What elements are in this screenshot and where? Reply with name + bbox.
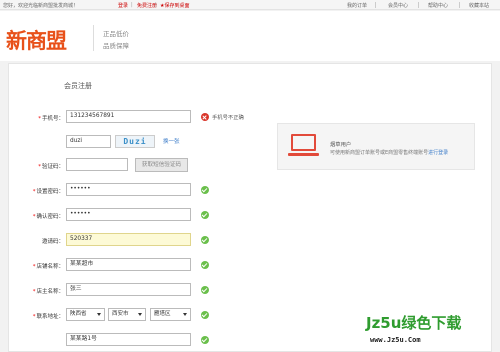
save-label: 保存到桌面 [164, 3, 190, 9]
province-value: 陕西省 [70, 311, 87, 317]
city-select[interactable]: 西安市 [108, 308, 146, 321]
member-center-link[interactable]: 会员中心 [388, 2, 408, 9]
phone-error-message: 手机号不正确 [212, 115, 244, 121]
login-link[interactable]: 登录 [118, 2, 128, 9]
chevron-down-icon [138, 313, 142, 316]
login-link[interactable]: 进行登录 [428, 150, 448, 156]
store-name-label: *店铺名称： [32, 264, 64, 270]
province-select[interactable]: 陕西省 [66, 308, 105, 321]
save-to-desktop-link[interactable]: ★保存到桌面 [160, 2, 190, 9]
info-title: 烟草用户 [330, 142, 352, 148]
check-icon [201, 186, 209, 194]
store-name-input[interactable]: 某某超市 [66, 258, 191, 271]
watermark-url: www.Jz5u.Com [370, 336, 421, 344]
laptop-icon [288, 134, 319, 158]
divider [418, 2, 419, 8]
slogan-genuine: 正品低价 [103, 30, 129, 38]
chevron-down-icon [183, 313, 187, 316]
my-orders-link[interactable]: 我的订单 [347, 2, 367, 9]
password-input[interactable]: •••••• [66, 183, 191, 196]
confirm-password-input[interactable]: •••••• [66, 208, 191, 221]
site-logo[interactable]: 新商盟 [6, 25, 67, 55]
check-icon [201, 336, 209, 344]
top-bar: 您好，欢迎光临新商盟批发商城！ 登录 | 免费注册 | ★保存到桌面 我的订单 … [0, 0, 500, 10]
divider [375, 2, 376, 8]
owner-name-label: *店主名称： [32, 289, 64, 295]
district-value: 雁塔区 [154, 311, 171, 317]
error-icon [201, 113, 209, 121]
logo-divider [93, 25, 94, 51]
welcome-text: 您好，欢迎光临新商盟批发商城！ [3, 3, 79, 9]
check-icon [201, 286, 209, 294]
captcha-refresh-link[interactable]: 换一张 [163, 137, 180, 145]
captcha-input[interactable]: duzi [66, 135, 111, 148]
invite-code-label: 邀请码： [41, 239, 64, 245]
header: 新商盟 正品低价 品质保障 [0, 11, 500, 61]
register-link[interactable]: 免费注册 [137, 2, 157, 9]
bookmark-link[interactable]: 收藏本站 [469, 2, 489, 9]
check-icon [201, 261, 209, 269]
chevron-down-icon [97, 313, 101, 316]
invite-code-input[interactable]: 520337 [66, 233, 191, 246]
city-value: 西安市 [112, 311, 129, 317]
sms-code-input[interactable] [66, 158, 128, 171]
watermark: Jz5u绿色下载 www.Jz5u.Com [366, 312, 500, 352]
page-title: 会员注册 [64, 82, 92, 90]
phone-label: *手机号： [38, 116, 64, 122]
district-select[interactable]: 雁塔区 [150, 308, 191, 321]
info-desc-text: 可使用新商盟订单账号或E商盟零售终端账号 [330, 150, 429, 156]
confirm-password-label: *确认密码： [32, 214, 64, 220]
captcha-image[interactable]: Duzi [115, 135, 155, 148]
info-description: 可使用新商盟订单账号或E商盟零售终端账号进行登录 [330, 149, 448, 156]
watermark-logo: Jz5u绿色下载 [366, 314, 462, 332]
owner-name-input[interactable]: 张三 [66, 283, 191, 296]
slogan-quality: 品质保障 [103, 42, 129, 50]
help-center-link[interactable]: 帮助中心 [428, 2, 448, 9]
get-sms-code-button[interactable]: 获取短信验证码 [135, 158, 188, 172]
phone-input[interactable]: 131234567891 [66, 110, 191, 123]
separator: | [131, 2, 133, 8]
check-icon [201, 211, 209, 219]
street-address-input[interactable]: 某某路1号 [66, 333, 191, 346]
sms-code-label: *验证码： [38, 164, 64, 170]
address-label: *联系地址： [32, 314, 64, 320]
password-label: *设置密码： [32, 189, 64, 195]
check-icon [201, 236, 209, 244]
check-icon [201, 311, 209, 319]
separator: | [155, 2, 157, 8]
divider [459, 2, 460, 8]
